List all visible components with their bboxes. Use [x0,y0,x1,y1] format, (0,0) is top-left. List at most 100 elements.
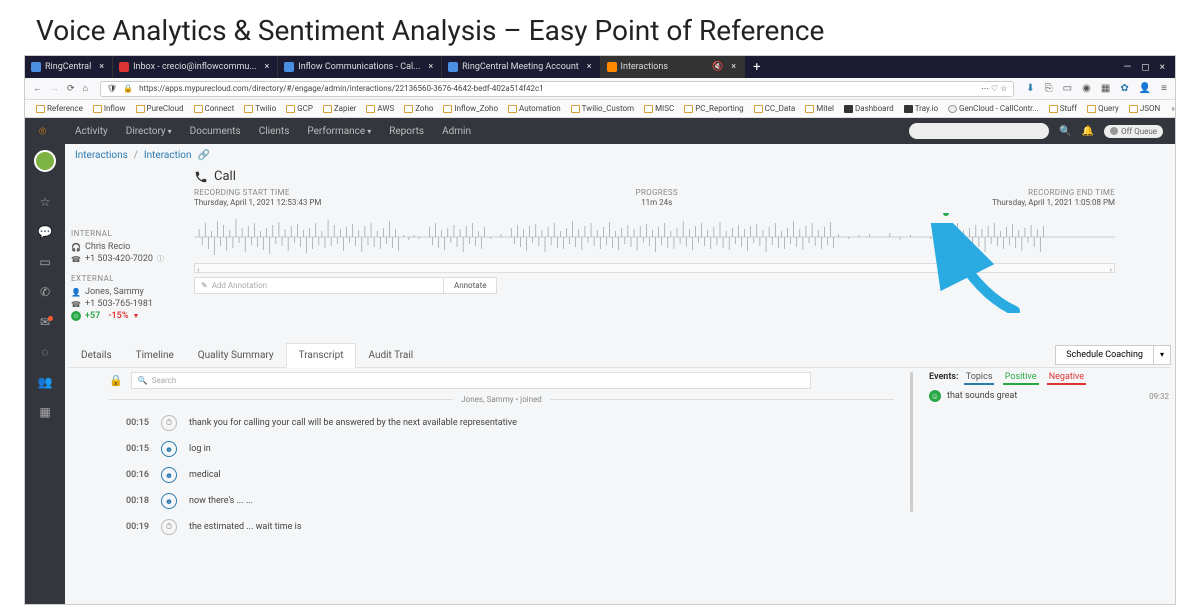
window-close-icon[interactable]: × [1160,62,1165,73]
lock-icon[interactable]: 🔒 [109,374,123,387]
bookmark-item[interactable]: Query [1084,104,1122,113]
apps-icon[interactable]: ▦ [37,404,53,420]
bookmark-item[interactable]: Reference [33,104,86,113]
queue-toggle[interactable]: Off Queue [1104,125,1163,138]
bookmark-item[interactable]: PC_Reporting [681,104,746,113]
bookmark-item[interactable]: PureCloud [133,104,187,113]
bookmark-item[interactable]: Inflow [90,104,129,113]
transcript-line[interactable]: 00:19⏱the estimated ... wait time is [109,514,894,540]
annotation-input[interactable]: ✎Add Annotation [194,277,444,294]
waveform-scrollbar[interactable]: ‹ › [194,263,1115,273]
bookmark-item[interactable]: Automation [505,104,564,113]
event-item[interactable]: ☺ that sounds great 09:32 [929,386,1169,406]
address-input[interactable]: 🛡 🔒 https://apps.mypurecloud.com/directo… [100,81,1014,97]
bookmark-overflow-icon[interactable]: » [1171,104,1175,113]
search-icon[interactable]: 🔍 [1059,126,1071,137]
window-minimize-icon[interactable]: — [1124,62,1132,73]
bookmark-item[interactable]: Twilio_Custom [568,104,637,113]
nav-performance[interactable]: Performance [307,126,371,137]
nav-admin[interactable]: Admin [442,126,471,137]
tab-close-icon[interactable]: × [731,62,736,72]
nav-reload-icon[interactable]: ⟳ [67,84,75,94]
bookmark-item[interactable]: Stuff [1046,104,1080,113]
bookmark-item[interactable]: CC_Data [751,104,799,113]
bookmark-item[interactable]: Zoho [401,104,436,113]
ext-icon[interactable]: ✿ [1120,83,1128,94]
tab-close-icon[interactable]: × [99,62,104,72]
transcript-line[interactable]: 00:16☻medical [109,462,894,488]
transcript-line[interactable]: 00:15⏱thank you for calling your call wi… [109,410,894,436]
phone-icon[interactable]: ✆ [37,284,53,300]
transcript-line[interactable]: 00:18☻now there's ... ... [109,488,894,514]
tab-details[interactable]: Details [69,344,124,367]
bookmark-item[interactable]: AWS [363,104,397,113]
loading-icon[interactable]: ◌ [37,344,53,360]
link-icon[interactable]: 🔗 [198,150,210,161]
library-icon[interactable]: ⎘ [1045,83,1053,94]
inbox-icon[interactable]: ✉ [37,314,53,330]
chat-icon[interactable]: 💬 [37,224,53,240]
chevron-down-icon[interactable]: ▾ [1153,346,1170,364]
nav-home-icon[interactable]: ⌂ [83,83,88,94]
bookmark-item[interactable]: GCP [283,104,316,113]
browser-tab[interactable]: Inbox - crecio@inflowcommu...× [113,56,278,78]
bookmark-item[interactable]: Tray.io [901,104,941,113]
ext-icon[interactable]: ▭ [1063,83,1072,94]
scroll-right-icon[interactable]: › [1110,265,1112,274]
bookmark-item[interactable]: Mitel [802,104,837,113]
browser-tab[interactable]: RingCentral Meeting Account× [442,56,600,78]
info-icon[interactable]: ⓘ [157,254,164,264]
tab-transcript[interactable]: Transcript [286,343,357,368]
bookmark-item[interactable]: MISC [641,104,677,113]
tab-close-icon[interactable]: × [428,62,433,72]
bookmark-item[interactable]: Inflow_Zoho [440,104,501,113]
tab-quality[interactable]: Quality Summary [186,344,286,367]
bookmark-item[interactable]: Connect [191,104,238,113]
transcript-line[interactable]: 00:15☻log in [109,436,894,462]
ext-icon[interactable]: ▦ [1101,83,1110,94]
video-icon[interactable]: ▭ [37,254,53,270]
new-tab-button[interactable]: + [745,60,768,75]
menu-icon[interactable]: ≡ [1161,83,1167,94]
tab-close-icon[interactable]: × [587,62,592,72]
bookmark-item[interactable]: Dashboard [841,104,897,113]
bookmark-item[interactable]: GenCloud - CallContr... [945,104,1042,113]
download-icon[interactable]: ⬇ [1026,83,1034,94]
breadcrumb-link[interactable]: Interactions [75,150,128,161]
people-icon[interactable]: 👥 [37,374,53,390]
browser-tab[interactable]: Inflow Communications - Cal...× [278,56,442,78]
ext-icon[interactable]: ◉ [1082,83,1091,94]
filter-negative[interactable]: Negative [1047,371,1086,385]
annotate-button[interactable]: Annotate [443,277,497,294]
user-avatar[interactable] [34,150,56,172]
filter-positive[interactable]: Positive [1003,371,1039,385]
tab-mute-icon[interactable]: 🔇 [712,62,723,72]
star-icon[interactable]: ☆ [37,194,53,210]
tab-close-icon[interactable]: × [264,62,269,72]
waveform[interactable]: 🔊 x1 [194,213,1115,261]
tab-timeline[interactable]: Timeline [124,344,186,367]
bookmark-item[interactable]: Zapier [320,104,360,113]
window-maximize-icon[interactable]: ◻ [1141,62,1149,73]
ext-icon[interactable]: 👤 [1139,83,1151,94]
nav-back-icon[interactable]: ← [33,83,42,94]
nav-activity[interactable]: Activity [75,126,108,137]
nav-documents[interactable]: Documents [190,126,241,137]
filter-topics[interactable]: Topics [964,371,995,385]
nav-forward-icon[interactable]: → [50,83,59,94]
header-search-input[interactable] [909,123,1049,139]
pane-resize-handle[interactable] [910,372,913,512]
bookmark-item[interactable]: Twilio [241,104,279,113]
app-logo-icon[interactable]: ⌾ [39,124,46,139]
nav-directory[interactable]: Directory [126,126,172,137]
bookmark-item[interactable]: JSON [1126,104,1163,113]
nav-reports[interactable]: Reports [389,126,424,137]
url-more-icon[interactable]: ⋯ ♡ ☆ [981,84,1007,93]
transcript-search-input[interactable]: 🔍Search [131,372,811,389]
tab-audit[interactable]: Audit Trail [356,344,425,367]
notifications-icon[interactable]: 🔔 [1082,126,1094,137]
browser-tab[interactable]: Interactions🔇× [601,56,746,78]
browser-tab[interactable]: RingCentral× [25,56,113,78]
scroll-left-icon[interactable]: ‹ [197,265,199,274]
schedule-coaching-button[interactable]: Schedule Coaching ▾ [1055,345,1171,365]
